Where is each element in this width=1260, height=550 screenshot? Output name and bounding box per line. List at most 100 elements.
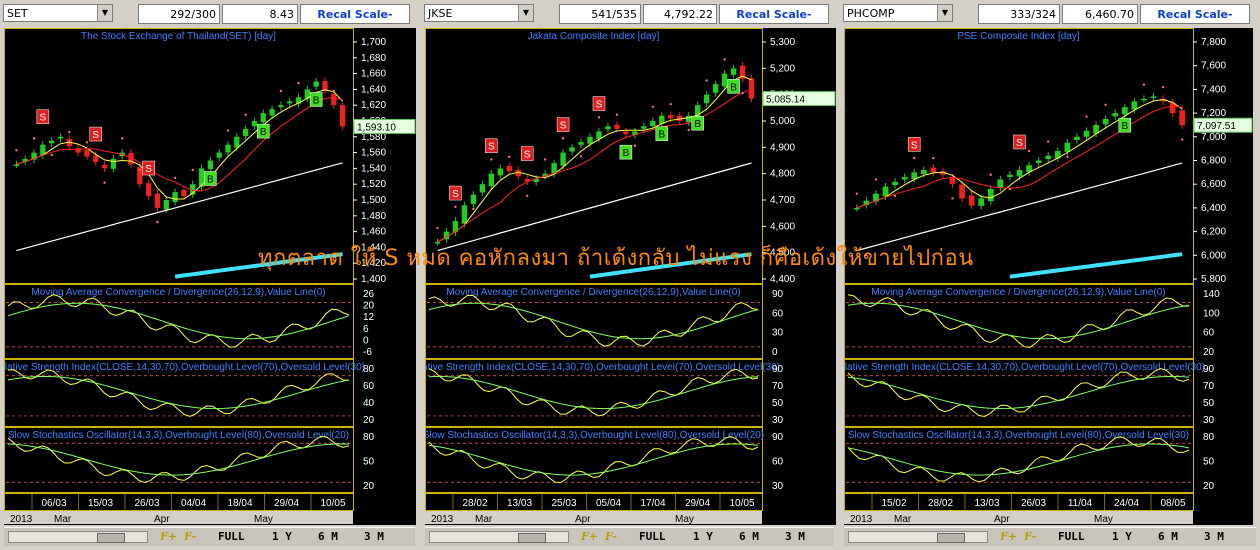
- svg-text:B: B: [207, 175, 214, 186]
- chart-area[interactable]: PSE Composite Index [day] 7,800 7,600 7,400…: [844, 28, 1253, 525]
- sar-dot: [1066, 155, 1069, 159]
- zoom-in-button[interactable]: F+: [160, 528, 177, 546]
- zoom-out-button[interactable]: F-: [184, 528, 196, 546]
- macd-tick-label: 60: [1203, 328, 1215, 339]
- svg-text:B: B: [1121, 121, 1128, 132]
- sar-dot: [156, 220, 159, 224]
- timeline-scrollbar[interactable]: [848, 531, 988, 543]
- full-range-button[interactable]: FULL: [639, 528, 666, 546]
- price-tick-label: 5,300: [770, 37, 795, 48]
- recal-scale-button[interactable]: Recal Scale-Linear: [300, 4, 410, 41]
- price-tick-label: 1,480: [361, 211, 386, 222]
- chevron-down-icon[interactable]: ▼: [518, 5, 533, 21]
- sar-dot: [597, 116, 601, 119]
- buy-signal-marker: B: [309, 92, 323, 107]
- sar-dot: [1142, 83, 1146, 86]
- month-label: May: [675, 514, 694, 525]
- sar-dot: [561, 137, 565, 140]
- price-tick-label: 1,500: [361, 195, 386, 206]
- sar-dot: [1027, 149, 1031, 153]
- svg-text:B: B: [260, 127, 267, 138]
- stochastic-tick-label: 90: [772, 432, 784, 443]
- price-tick-label: 7,200: [1201, 108, 1226, 119]
- stochastic-title: Slow Stochastics Oscillator(14,3,3),Over…: [848, 430, 1189, 441]
- sell-signal-marker: S: [907, 137, 921, 152]
- range-3m-button[interactable]: 3 M: [785, 528, 805, 546]
- sar-dot: [191, 168, 194, 172]
- sar-dot: [50, 153, 53, 157]
- symbol-label: PHCOMP: [847, 7, 895, 20]
- timeline-scrollbar[interactable]: [429, 531, 569, 543]
- chart-area[interactable]: Jakata Composite Index [day] 5,300 5,200 5,…: [425, 28, 836, 525]
- range-3m-button[interactable]: 3 M: [1204, 528, 1224, 546]
- chart-title: The Stock Exchange of Thailand(SET) [day…: [81, 31, 276, 42]
- stochastic-tick-label: 50: [363, 457, 375, 468]
- full-range-button[interactable]: FULL: [218, 528, 245, 546]
- symbol-selector[interactable]: JKSE ▼: [424, 4, 534, 22]
- sar-dot: [1181, 138, 1184, 141]
- date-tick-label: 24/04: [1114, 498, 1139, 509]
- date-tick-label: 13/03: [507, 498, 532, 509]
- buy-signal-marker: B: [619, 144, 633, 160]
- chart-panel-set: SET ▼ 292/3008.43Recal Scale-Linear The Sto…: [0, 0, 419, 550]
- sar-dot: [970, 190, 973, 193]
- zoom-in-button[interactable]: F+: [581, 528, 598, 546]
- price-tick-label: 1,680: [361, 53, 386, 64]
- chart-title: PSE Composite Index [day]: [957, 31, 1080, 42]
- stochastic-tick-label: 80: [1203, 432, 1215, 443]
- rsi-tick-label: 70: [1203, 381, 1215, 392]
- sell-signal-marker: S: [485, 138, 498, 153]
- range-1y-button[interactable]: 1 Y: [272, 528, 292, 546]
- sell-signal-marker: S: [36, 109, 50, 124]
- sar-dot: [932, 156, 935, 160]
- current-value: 6,460.70: [1062, 4, 1138, 24]
- panel-header: JKSE ▼ 541/5354,792.22Recal Scale-Linear: [421, 0, 838, 41]
- month-label: May: [254, 514, 273, 525]
- full-range-button[interactable]: FULL: [1058, 528, 1085, 546]
- price-tick-label: 4,800: [770, 169, 795, 180]
- scrollbar-thumb[interactable]: [97, 533, 125, 543]
- month-label: 2013: [431, 514, 454, 525]
- range-6m-button[interactable]: 6 M: [318, 528, 338, 546]
- sar-dot: [244, 113, 247, 116]
- sar-dot: [705, 79, 708, 82]
- range-6m-button[interactable]: 6 M: [1158, 528, 1178, 546]
- symbol-selector[interactable]: PHCOMP ▼: [843, 4, 953, 22]
- price-tick-label: 7,000: [1201, 132, 1226, 143]
- price-tick-label: 6,200: [1201, 227, 1226, 238]
- rsi-tick-label: 30: [1203, 415, 1215, 426]
- chart-toolbar: F+ F- FULL 1 Y 6 M 3 M: [4, 527, 415, 546]
- recal-scale-button[interactable]: Recal Scale-Linear: [1140, 4, 1250, 41]
- chevron-down-icon[interactable]: ▼: [97, 5, 112, 21]
- price-tick-label: 7,400: [1201, 84, 1226, 95]
- price-tick-label: 5,000: [770, 116, 795, 127]
- price-tick-label: 4,400: [770, 274, 795, 285]
- date-tick-label: 18/04: [227, 498, 252, 509]
- rsi-tick-label: 60: [363, 381, 375, 392]
- chart-svg[interactable]: Jakata Composite Index [day] 5,300 5,200 5,…: [425, 28, 836, 525]
- scrollbar-thumb[interactable]: [937, 533, 965, 543]
- stochastic-tick-label: 80: [363, 432, 375, 443]
- range-6m-button[interactable]: 6 M: [739, 528, 759, 546]
- range-1y-button[interactable]: 1 Y: [1112, 528, 1132, 546]
- zoom-out-button[interactable]: F-: [1024, 528, 1036, 546]
- symbol-selector[interactable]: SET ▼: [3, 4, 113, 22]
- recal-scale-button[interactable]: Recal Scale-Linear: [719, 4, 829, 41]
- range-1y-button[interactable]: 1 Y: [693, 528, 713, 546]
- chart-svg[interactable]: The Stock Exchange of Thailand(SET) [day…: [4, 28, 416, 525]
- chart-title: Jakata Composite Index [day]: [528, 31, 660, 42]
- range-3m-button[interactable]: 3 M: [364, 528, 384, 546]
- zoom-out-button[interactable]: F-: [605, 528, 617, 546]
- price-tick-label: 6,800: [1201, 156, 1226, 167]
- chevron-down-icon[interactable]: ▼: [937, 5, 952, 21]
- zoom-in-button[interactable]: F+: [1000, 528, 1017, 546]
- date-tick-label: 29/04: [274, 498, 299, 509]
- sar-dot: [893, 194, 897, 198]
- chart-area[interactable]: The Stock Exchange of Thailand(SET) [day…: [4, 28, 416, 525]
- scrollbar-thumb[interactable]: [518, 533, 546, 543]
- rsi-tick-label: 70: [772, 381, 784, 392]
- timeline-scrollbar[interactable]: [8, 531, 148, 543]
- svg-text:S: S: [524, 150, 531, 161]
- chart-svg[interactable]: PSE Composite Index [day] 7,800 7,600 7,400…: [844, 28, 1253, 525]
- price-tick-label: 4,900: [770, 142, 795, 153]
